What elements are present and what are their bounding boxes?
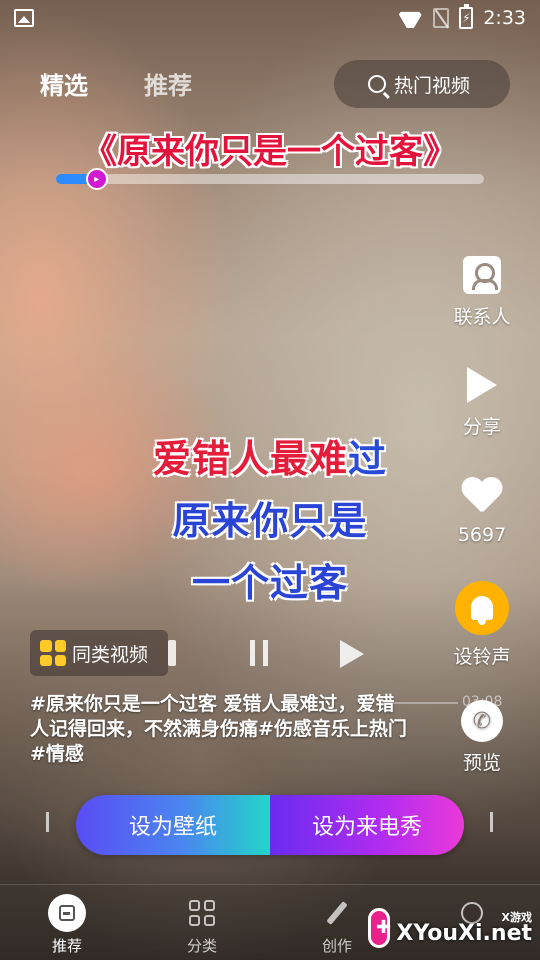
decor-tick — [490, 812, 493, 832]
gamepad-logo-icon — [368, 908, 392, 948]
song-title: 《原来你只是一个过客》 — [83, 132, 457, 172]
tab-featured[interactable]: 精选 — [40, 66, 88, 101]
site-watermark: X游戏 XYouXi.net — [368, 900, 532, 956]
contacts-label: 联系人 — [453, 306, 511, 328]
nav-recommend[interactable]: 推荐 — [32, 893, 102, 956]
lyric-line-1-unsung: 过 — [348, 437, 388, 481]
status-time: 2:33 — [483, 7, 526, 29]
tab-recommend[interactable]: 推荐 — [144, 66, 192, 101]
nav-create[interactable]: 创作 — [302, 893, 372, 956]
ringtone-label: 设铃声 — [453, 646, 511, 668]
nav-recommend-label: 推荐 — [51, 937, 82, 955]
song-progress-thumb[interactable]: ▸ — [85, 168, 108, 190]
heart-icon — [461, 478, 503, 516]
contact-card-icon — [463, 256, 501, 294]
battery-charging-icon: ⚡ — [459, 4, 474, 29]
song-progress-bar[interactable]: ▸ — [56, 168, 484, 190]
category-grid-icon — [189, 900, 215, 926]
like-button[interactable]: 5697 — [446, 476, 518, 546]
search-label: 热门视频 — [394, 74, 471, 97]
video-description: #原来你只是一个过客 爱错人最难过，爱错人记得回来，不然满身伤痛#伤感音乐上热门… — [30, 693, 407, 765]
search-icon — [368, 75, 386, 93]
pause-button[interactable] — [250, 640, 268, 666]
watermark-text: XYouXi.net — [396, 920, 532, 946]
share-arrow-icon — [467, 367, 497, 403]
previous-button[interactable] — [168, 640, 176, 666]
share-button[interactable]: 分享 — [446, 364, 518, 439]
set-ringtone-button[interactable]: 设铃声 — [446, 580, 518, 669]
status-bar: ⚡ 2:33 — [0, 0, 540, 36]
decor-tick — [46, 812, 49, 832]
grid-icon — [40, 640, 66, 666]
similar-videos-button[interactable]: 同类视频 — [30, 630, 168, 676]
bell-icon — [455, 581, 509, 635]
next-play-button[interactable] — [340, 640, 364, 668]
no-sim-icon — [433, 8, 450, 28]
wifi-icon — [397, 8, 423, 28]
contacts-button[interactable]: 联系人 — [446, 254, 518, 329]
pen-icon — [326, 901, 348, 925]
nav-create-label: 创作 — [321, 937, 352, 955]
gallery-notification-icon — [14, 9, 34, 27]
set-wallpaper-button[interactable]: 设为壁纸 — [76, 795, 270, 855]
lyric-line-1-sung: 爱错人最难 — [152, 437, 348, 481]
set-callshow-button[interactable]: 设为来电秀 — [270, 795, 464, 855]
preview-label: 预览 — [462, 752, 501, 774]
home-icon — [48, 894, 86, 932]
action-buttons: 设为壁纸 设为来电秀 — [76, 795, 464, 855]
similar-videos-label: 同类视频 — [72, 643, 149, 666]
nav-category[interactable]: 分类 — [167, 893, 237, 956]
preview-button[interactable]: ✆ 预览 — [446, 700, 518, 775]
top-tabs: 精选 推荐 — [40, 66, 192, 101]
like-count: 5697 — [457, 524, 507, 546]
nav-category-label: 分类 — [186, 937, 217, 955]
share-label: 分享 — [462, 416, 501, 438]
search-button[interactable]: 热门视频 — [334, 60, 510, 108]
video-time: 03:08 — [462, 694, 503, 710]
